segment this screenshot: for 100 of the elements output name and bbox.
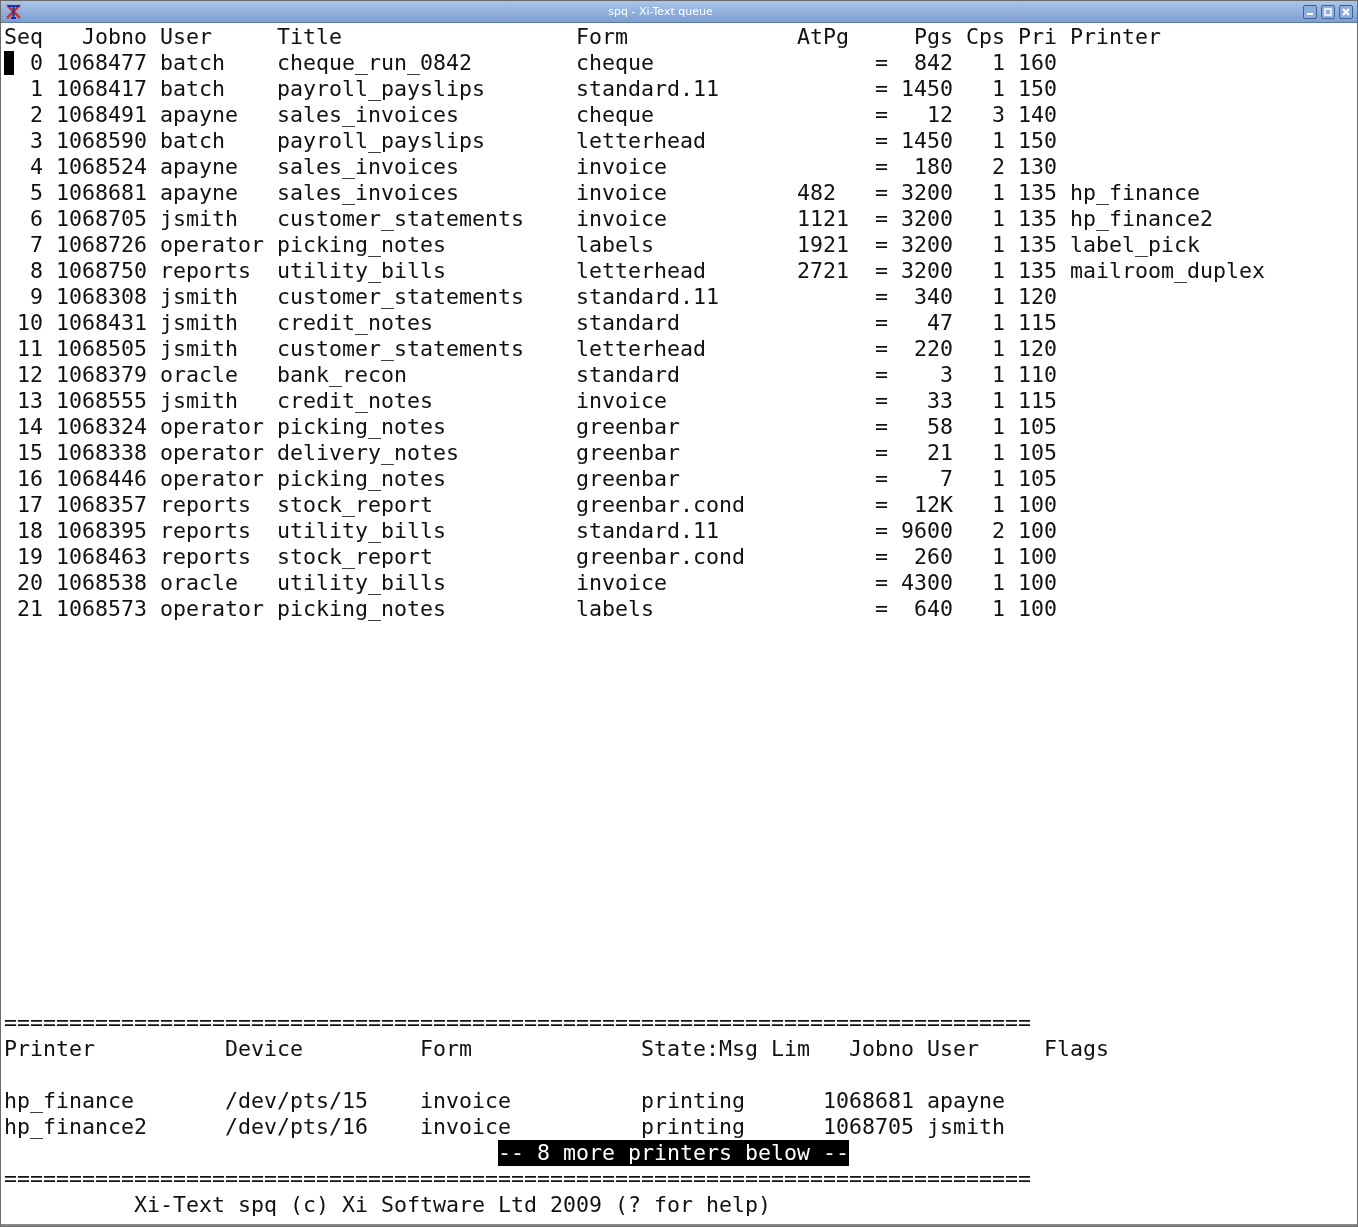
table-cell-text: invoice	[576, 206, 668, 232]
table-cell-text: greenbar	[576, 466, 681, 492]
table-cell: 9600	[901, 518, 953, 544]
table-cell: 1068524	[56, 154, 147, 180]
table-cell-text: 7	[28, 232, 43, 258]
table-cell-text: letterhead	[576, 128, 707, 154]
table-cell-text: 1	[990, 284, 1005, 310]
table-cell: =	[875, 206, 888, 232]
minimize-button[interactable]	[1303, 4, 1317, 19]
table-cell-text: 1	[990, 492, 1005, 518]
table-cell: =	[875, 362, 888, 388]
column-header: AtPg	[797, 24, 850, 50]
table-cell: 1068538	[56, 570, 147, 596]
table-cell-text: greenbar.cond	[576, 544, 746, 570]
more-printers-notice: -- 8 more printers below --	[498, 1140, 850, 1166]
table-cell-text: batch	[160, 76, 226, 102]
table-cell: 120	[1018, 336, 1057, 362]
column-header: Device	[225, 1036, 304, 1062]
table-cell-text: 9	[28, 284, 43, 310]
table-cell-text: 1	[990, 206, 1005, 232]
table-cell: 16	[17, 466, 43, 492]
column-header: User	[927, 1036, 980, 1062]
table-cell: 1068681	[56, 180, 147, 206]
table-cell: 1450	[901, 128, 953, 154]
table-cell: operator	[160, 466, 264, 492]
maximize-button[interactable]	[1321, 4, 1335, 19]
table-cell-text: apayne	[927, 1088, 1006, 1114]
column-header: Lim	[771, 1036, 810, 1062]
table-cell: 3200	[901, 258, 953, 284]
table-cell-text: standard.11	[576, 284, 720, 310]
table-cell: =	[875, 570, 888, 596]
table-cell: 105	[1018, 414, 1057, 440]
table-cell: 1068357	[56, 492, 147, 518]
table-cell-text: 1	[990, 180, 1005, 206]
table-cell-text: 1	[990, 336, 1005, 362]
table-cell-text: 3	[28, 128, 43, 154]
table-cell: 3200	[901, 206, 953, 232]
table-cell-text: sales_invoices	[277, 102, 460, 128]
table-cell: =	[875, 258, 888, 284]
table-cell: 1068308	[56, 284, 147, 310]
table-cell-text: customer_statements	[277, 336, 525, 362]
table-cell-text: 1	[990, 232, 1005, 258]
table-cell-text: delivery_notes	[277, 440, 460, 466]
table-cell: 1068555	[56, 388, 147, 414]
table-cell-text: greenbar.cond	[576, 492, 746, 518]
table-cell-text: 1	[990, 128, 1005, 154]
table-cell: 1068431	[56, 310, 147, 336]
table-cell: =	[875, 102, 888, 128]
column-header: Jobno	[82, 24, 147, 50]
table-cell-text: 482	[797, 180, 837, 206]
window-title: spq - Xi-Text queue	[607, 5, 714, 18]
table-cell-text: printing	[641, 1088, 746, 1114]
table-cell: 1068477	[56, 50, 147, 76]
table-cell: 18	[17, 518, 43, 544]
column-header: Title	[277, 24, 343, 50]
table-cell: 135	[1018, 180, 1057, 206]
column-header: State:Msg	[641, 1036, 758, 1062]
table-cell: 105	[1018, 466, 1057, 492]
table-cell: =	[875, 232, 888, 258]
table-cell: =	[875, 284, 888, 310]
table-cell: 10	[17, 310, 43, 336]
table-cell: operator	[160, 440, 264, 466]
table-cell-text: 3	[938, 362, 953, 388]
table-cell-text: cheque	[576, 50, 655, 76]
close-button[interactable]	[1339, 4, 1353, 19]
table-cell: 135	[1018, 206, 1057, 232]
column-header: Printer	[1070, 24, 1162, 50]
table-cell: 4300	[901, 570, 953, 596]
table-cell: 1068446	[56, 466, 147, 492]
table-cell-text: reports	[160, 258, 252, 284]
table-cell-text: letterhead	[576, 336, 707, 362]
table-cell: =	[875, 544, 888, 570]
table-cell-text: picking_notes	[277, 596, 447, 622]
column-header: Pri	[1018, 24, 1057, 50]
table-cell-text: jsmith	[160, 206, 239, 232]
table-cell-text: 260	[912, 544, 953, 570]
column-header: Seq	[4, 24, 43, 50]
table-cell-text: jsmith	[160, 284, 239, 310]
table-cell-text: payroll_payslips	[277, 76, 486, 102]
table-cell-text: 2	[28, 102, 43, 128]
table-cell-text: 640	[912, 596, 953, 622]
table-cell-text: picking_notes	[277, 414, 447, 440]
column-header: Flags	[1044, 1036, 1109, 1062]
column-header: Form	[576, 24, 629, 50]
table-cell-text: 1	[28, 76, 43, 102]
table-cell-text: hp_finance	[4, 1088, 135, 1114]
column-header: Cps	[966, 24, 1005, 50]
table-cell: operator	[160, 414, 264, 440]
table-cell-text: mailroom_duplex	[1070, 258, 1266, 284]
maximize-icon	[1324, 7, 1332, 16]
table-cell-text: credit_notes	[277, 388, 434, 414]
table-cell-text: 8	[28, 258, 43, 284]
table-cell: 19	[17, 544, 43, 570]
table-cell-text: 842	[912, 50, 953, 76]
table-cell-text: 58	[925, 414, 953, 440]
table-cell-text: 1	[990, 544, 1005, 570]
table-cell-text: oracle	[160, 362, 239, 388]
table-cell-text: 12	[925, 102, 953, 128]
table-cell: 100	[1018, 596, 1057, 622]
table-cell-text: 4	[28, 154, 43, 180]
